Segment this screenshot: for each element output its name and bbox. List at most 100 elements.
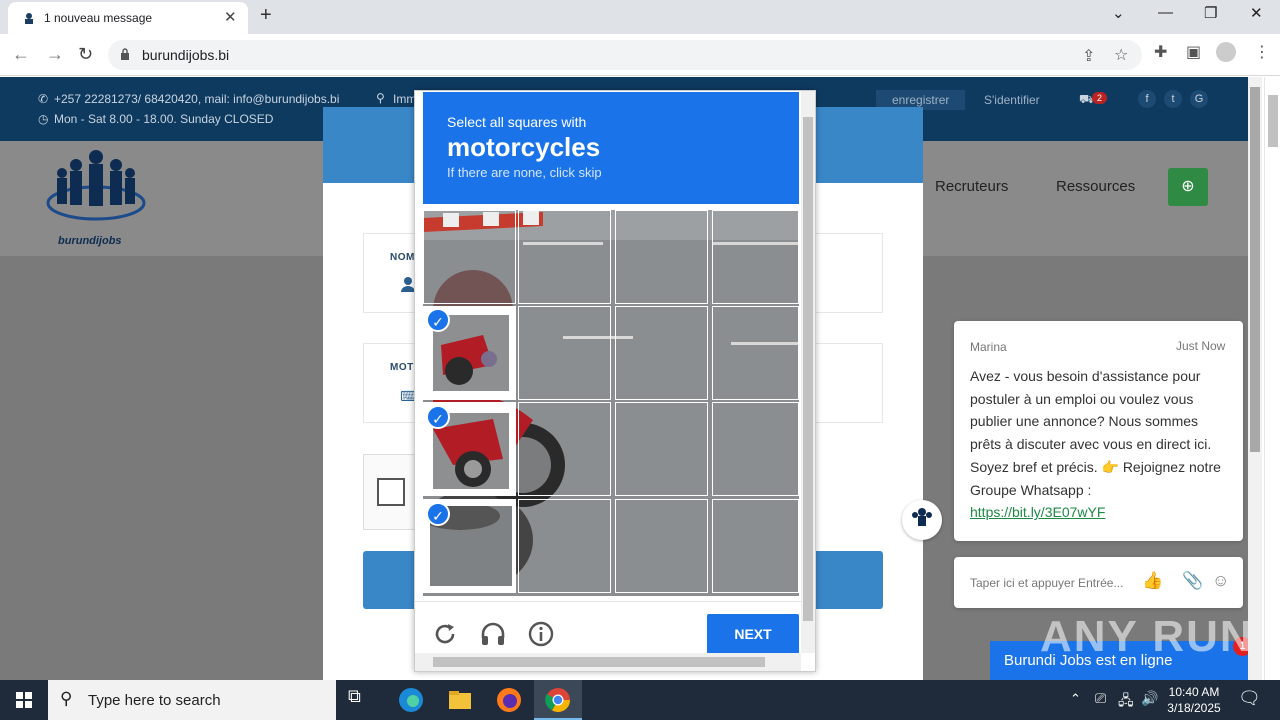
page-scroll-thumb[interactable] [1250, 87, 1260, 452]
browser-tab[interactable]: 1 nouveau message ✕ [8, 2, 248, 34]
facebook-icon[interactable]: f [1138, 90, 1156, 108]
captcha-vertical-scrollbar[interactable] [801, 91, 815, 653]
logo-text: burundijobs [58, 235, 122, 247]
profile-avatar-icon[interactable] [1216, 42, 1236, 62]
captcha-cell-r4c4[interactable] [712, 499, 799, 593]
edge-icon[interactable] [397, 686, 425, 714]
selected-check-icon: ✓ [426, 308, 450, 332]
volume-icon[interactable]: 🔊 [1141, 690, 1158, 707]
clock-icon: ◷ [38, 112, 49, 126]
windows-start-icon[interactable] [0, 680, 48, 720]
reload-icon[interactable]: ↻ [78, 44, 93, 65]
captcha-cell-r2c2[interactable] [518, 306, 611, 400]
captcha-target: motorcycles [447, 132, 601, 162]
chat-agent-avatar [902, 500, 942, 540]
password-field-label: MOT [390, 362, 414, 373]
extensions-icon[interactable]: ✚ [1154, 42, 1167, 62]
task-view-icon[interactable]: ⧉ [348, 686, 376, 714]
info-icon[interactable] [527, 620, 555, 648]
attachment-icon[interactable]: 📎 [1182, 571, 1203, 591]
side-panel-icon[interactable]: ▣ [1186, 42, 1201, 62]
recaptcha-challenge: Select all squares with motorcycles If t… [414, 90, 816, 672]
site-favicon-icon [25, 13, 33, 24]
captcha-cell-r2c3[interactable] [615, 306, 708, 400]
firefox-icon[interactable] [495, 686, 523, 714]
file-explorer-icon[interactable] [446, 686, 474, 714]
nav-ressources[interactable]: Ressources [1056, 178, 1135, 195]
share-icon[interactable]: ⇪ [1082, 46, 1095, 66]
chat-input-box[interactable]: Taper ici et appuyer Entrée... 👍 📎 ☺ [954, 557, 1243, 608]
google-icon[interactable]: G [1190, 90, 1208, 108]
nav-recruteurs[interactable]: Recruteurs [935, 178, 1008, 195]
chat-agent-name: Marina [970, 340, 1007, 354]
scroll-thumb[interactable] [433, 657, 765, 667]
restore-icon[interactable]: ❐ [1204, 4, 1217, 22]
browser-scroll-thumb[interactable] [1268, 95, 1278, 147]
tab-search-chevron-icon[interactable]: ⌄ [1112, 4, 1125, 22]
audio-challenge-icon[interactable] [479, 620, 507, 648]
captcha-cell-r1c1[interactable] [423, 210, 516, 304]
clock-date: 3/18/2025 [1167, 701, 1221, 715]
notification-icon[interactable]: 🗨 [1238, 688, 1261, 709]
captcha-header: Select all squares with motorcycles If t… [423, 92, 799, 204]
contact-text: +257 22281273/ 68420420, mail: info@buru… [54, 92, 340, 106]
anyrun-watermark: ANY RUN [1040, 612, 1254, 661]
reload-challenge-icon[interactable] [431, 620, 459, 648]
tab-title: 1 nouveau message [44, 11, 153, 25]
add-button[interactable]: ⊕ [1168, 168, 1208, 206]
recaptcha-checkbox[interactable] [377, 478, 405, 506]
search-icon: ⚲ [60, 689, 73, 708]
scroll-thumb[interactable] [803, 117, 813, 621]
chat-message-text: Avez - vous besoin d'assistance pour pos… [970, 368, 1221, 498]
omnibox[interactable]: burundijobs.bi ⇪ ☆ [108, 40, 1142, 70]
captcha-cell-r4c3[interactable] [615, 499, 708, 593]
chat-input-placeholder: Taper ici et appuyer Entrée... [970, 576, 1124, 590]
captcha-cell-r3c2[interactable] [518, 402, 611, 496]
twitter-icon[interactable]: t [1164, 90, 1182, 108]
selected-check-icon: ✓ [426, 405, 450, 429]
captcha-cell-r1c2[interactable] [518, 210, 611, 304]
selected-check-icon: ✓ [426, 502, 450, 526]
browser-scrollbar[interactable] [1264, 77, 1280, 680]
page-scrollbar[interactable] [1248, 77, 1262, 680]
hours-text: Mon - Sat 8.00 - 18.00. Sunday CLOSED [54, 112, 274, 126]
captcha-cell-r4c2[interactable] [518, 499, 611, 593]
forward-icon[interactable]: → [46, 44, 64, 65]
tab-close-icon[interactable]: ✕ [224, 8, 237, 26]
site-logo[interactable]: burundijobs [44, 143, 148, 251]
captcha-cell-r2c4[interactable] [712, 306, 799, 400]
taskbar-search-box[interactable]: ⚲ Type here to search [48, 680, 336, 720]
emoji-icon[interactable]: ☺ [1212, 571, 1229, 591]
cart-badge: 2 [1092, 92, 1108, 104]
chrome-icon [545, 688, 570, 713]
phone-icon: ✆ [38, 92, 49, 106]
bookmark-star-icon[interactable]: ☆ [1114, 45, 1128, 65]
captcha-horizontal-scrollbar[interactable] [415, 653, 801, 671]
login-link[interactable]: S'identifier [984, 93, 1040, 107]
taskbar-clock[interactable]: 10:40 AM 3/18/2025 [1160, 684, 1228, 716]
tray-chevron-icon[interactable]: ⌃ [1070, 691, 1081, 707]
chrome-taskbar-button[interactable] [534, 680, 582, 720]
chat-timestamp: Just Now [1176, 339, 1226, 353]
chat-message-bubble: Marina Just Now Avez - vous besoin d'ass… [954, 321, 1243, 541]
new-tab-icon[interactable]: + [260, 4, 272, 27]
taskbar-search-placeholder: Type here to search [88, 692, 221, 709]
captcha-cell-r3c3[interactable] [615, 402, 708, 496]
url-text: burundijobs.bi [142, 47, 230, 63]
network-icon[interactable]: 🖧 [1118, 690, 1134, 714]
thumbs-up-icon[interactable]: 👍 [1142, 571, 1163, 591]
minimize-icon[interactable]: — [1158, 4, 1173, 21]
captcha-cell-r1c4[interactable] [712, 210, 799, 304]
name-field-label: NOM [390, 252, 415, 263]
captcha-cell-r3c4[interactable] [712, 402, 799, 496]
next-button[interactable]: NEXT [707, 614, 799, 654]
whatsapp-group-link[interactable]: https://bit.ly/3E07wYF [970, 504, 1105, 520]
address-toolbar: ← → ↻ burundijobs.bi ⇪ ☆ ✚ ▣ ⋮ [0, 34, 1280, 76]
plus-circle-icon: ⊕ [1181, 178, 1195, 195]
back-icon[interactable]: ← [12, 44, 30, 65]
window-close-icon[interactable]: ✕ [1250, 4, 1263, 22]
captcha-image-grid: ✓ ✓ ✓ [423, 210, 799, 596]
tray-device-icon[interactable]: ⎚ [1095, 690, 1106, 707]
captcha-cell-r1c3[interactable] [615, 210, 708, 304]
menu-kebab-icon[interactable]: ⋮ [1254, 42, 1270, 62]
